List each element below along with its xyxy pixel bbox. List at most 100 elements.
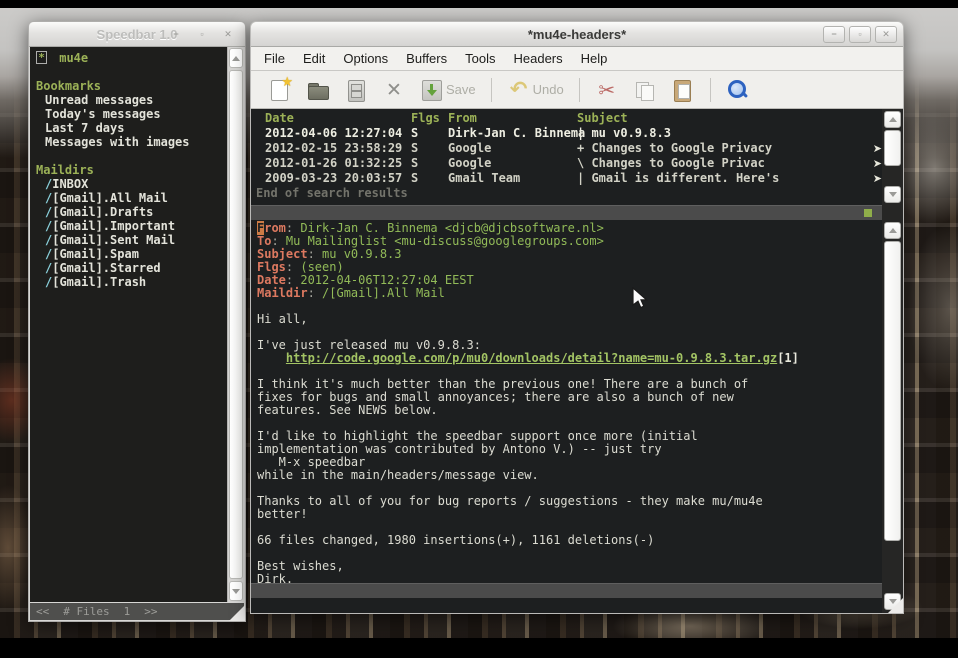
column-header-from[interactable]: From xyxy=(448,111,477,126)
body-line: Hi all, xyxy=(251,313,882,326)
menu-buffers[interactable]: Buffers xyxy=(397,48,456,69)
message-row[interactable]: 2012-02-15 23:58:29SGoogle+ Changes to G… xyxy=(251,141,882,156)
speedbar-section-bookmarks[interactable]: Bookmarks xyxy=(36,79,227,93)
cut-button[interactable]: ✂ xyxy=(595,78,619,102)
speedbar-item[interactable]: Messages with images xyxy=(36,135,227,149)
item-label: [Gmail].Spam xyxy=(52,247,139,261)
speedbar-item[interactable]: /[Gmail].Starred xyxy=(36,261,227,275)
speedbar-item[interactable]: /[Gmail].Trash xyxy=(36,275,227,289)
speedbar-item[interactable]: /[Gmail].Spam xyxy=(36,247,227,261)
column-header-date[interactable]: Date xyxy=(265,111,294,126)
speedbar-section-maildirs[interactable]: Maildirs xyxy=(36,163,227,177)
cell-from: Dirk-Jan C. Binnema xyxy=(448,126,585,141)
field-name: Maildir xyxy=(257,286,308,300)
scrollbar-thumb[interactable] xyxy=(884,130,901,166)
body-line: Dirk. xyxy=(251,573,882,583)
close-buffer-icon: ✕ xyxy=(382,78,406,102)
menu-tools[interactable]: Tools xyxy=(456,48,504,69)
speedbar-item[interactable]: /[Gmail].Sent Mail xyxy=(36,233,227,247)
cell-subject: | mu v0.9.8.3 xyxy=(577,126,869,141)
headers-modeline[interactable]: U:%*- *mu4e-headers* All L1 (mu4e-header… xyxy=(251,205,882,220)
speedbar-titlebar[interactable]: Speedbar 1.0 −▫✕ xyxy=(29,22,245,47)
paste-button[interactable] xyxy=(671,78,695,102)
speedbar-root-mu4e[interactable]: mu4e xyxy=(52,51,88,65)
dired-button[interactable] xyxy=(344,78,368,102)
message-row[interactable]: 2012-04-06 12:27:04SDirk-Jan C. Binnema|… xyxy=(251,126,882,141)
open-file-button[interactable] xyxy=(306,78,330,102)
speedbar-window-controls: −▫✕ xyxy=(165,26,239,43)
field-name: Subject xyxy=(257,247,308,261)
headers-scrollbar[interactable] xyxy=(882,109,903,205)
menu-options[interactable]: Options xyxy=(334,48,397,69)
save-button[interactable]: Save xyxy=(420,78,476,102)
next-button[interactable]: >> xyxy=(144,605,157,618)
new-file-button[interactable]: ★ xyxy=(268,78,292,102)
menu-file[interactable]: File xyxy=(255,48,294,69)
menu-headers[interactable]: Headers xyxy=(504,48,571,69)
truncation-arrow-icon: ➤ xyxy=(873,156,882,171)
copy-icon xyxy=(633,78,657,102)
resize-grip[interactable] xyxy=(229,605,245,621)
close-button[interactable]: ✕ xyxy=(875,26,897,43)
scroll-down-button[interactable] xyxy=(884,186,901,203)
resize-grip[interactable] xyxy=(888,598,903,613)
files-mode-button[interactable]: # Files xyxy=(63,605,109,618)
field-name: Flgs xyxy=(257,260,286,274)
toolbar-separator xyxy=(491,78,492,102)
field-value: mu v0.9.8.3 xyxy=(322,247,401,261)
scroll-up-button[interactable] xyxy=(229,48,243,68)
close-buffer-button[interactable]: ✕ xyxy=(382,78,406,102)
emacs-titlebar[interactable]: *mu4e-headers* −▫✕ xyxy=(251,22,903,47)
message-row[interactable]: 2009-03-23 20:03:57SGmail Team| Gmail is… xyxy=(251,171,882,186)
menu-edit[interactable]: Edit xyxy=(294,48,334,69)
item-label: Messages with images xyxy=(45,135,190,149)
speedbar-scrollbar[interactable] xyxy=(227,47,244,602)
close-button[interactable]: ✕ xyxy=(217,26,239,43)
minimize-button[interactable]: − xyxy=(165,26,187,43)
menu-bar: FileEditOptionsBuffersToolsHeadersHelp xyxy=(251,47,903,71)
scrollbar-thumb[interactable] xyxy=(229,70,243,579)
search-button[interactable] xyxy=(726,78,750,102)
cell-flags: S xyxy=(411,126,418,141)
minimize-button[interactable]: − xyxy=(823,26,845,43)
scroll-down-button[interactable] xyxy=(229,581,243,601)
scroll-up-button[interactable] xyxy=(884,222,901,239)
speedbar-item[interactable]: Unread messages xyxy=(36,93,227,107)
download-link[interactable]: http://code.google.com/p/mu0/downloads/d… xyxy=(286,351,777,365)
scroll-up-button[interactable] xyxy=(884,111,901,128)
maximize-button[interactable]: ▫ xyxy=(849,26,871,43)
item-label: [Gmail].Starred xyxy=(52,261,160,275)
copy-button[interactable] xyxy=(633,78,657,102)
view-modeline[interactable]: U:%*- *mu4e-view* Top L1 (mu4e:view) xyxy=(251,583,882,598)
files-count: 1 xyxy=(124,605,131,618)
undo-button[interactable]: ↶ Undo xyxy=(507,78,564,102)
cell-subject: + Changes to Google Privacy xyxy=(577,141,869,156)
expand-toggle[interactable]: * xyxy=(36,51,47,64)
message-row[interactable]: 2012-01-26 01:32:25SGoogle\ Changes to G… xyxy=(251,156,882,171)
cell-date: 2009-03-23 20:03:57 xyxy=(265,171,402,186)
scrollbar-thumb[interactable] xyxy=(884,241,901,541)
maximize-button[interactable]: ▫ xyxy=(191,26,213,43)
body-line: Best wishes, xyxy=(251,560,882,573)
cell-date: 2012-01-26 01:32:25 xyxy=(265,156,402,171)
emacs-window-controls: −▫✕ xyxy=(823,26,897,43)
speedbar-item[interactable]: Last 7 days xyxy=(36,121,227,135)
view-scrollbar[interactable] xyxy=(882,220,903,613)
echo-area xyxy=(251,598,882,613)
prev-button[interactable]: << xyxy=(36,605,49,618)
speedbar-item[interactable]: Today's messages xyxy=(36,107,227,121)
item-label: [Gmail].Sent Mail xyxy=(52,233,175,247)
toolbar-separator xyxy=(710,78,711,102)
body-line: 66 files changed, 1980 insertions(+), 11… xyxy=(251,534,882,547)
speedbar-item[interactable]: /[Gmail].Drafts xyxy=(36,205,227,219)
column-header-subject[interactable]: Subject xyxy=(577,111,869,126)
scrollbar-column xyxy=(882,109,903,613)
speedbar-item[interactable]: /INBOX xyxy=(36,177,227,191)
speedbar-item[interactable]: /[Gmail].Important xyxy=(36,219,227,233)
menu-help[interactable]: Help xyxy=(572,48,617,69)
message-field: Subject: mu v0.9.8.3 xyxy=(251,248,882,261)
file-cabinet-icon xyxy=(344,78,368,102)
field-value: Dirk-Jan C. Binnema <djcb@djcbsoftware.n… xyxy=(300,221,603,235)
column-header-flgs[interactable]: Flgs xyxy=(411,111,440,126)
speedbar-item[interactable]: /[Gmail].All Mail xyxy=(36,191,227,205)
